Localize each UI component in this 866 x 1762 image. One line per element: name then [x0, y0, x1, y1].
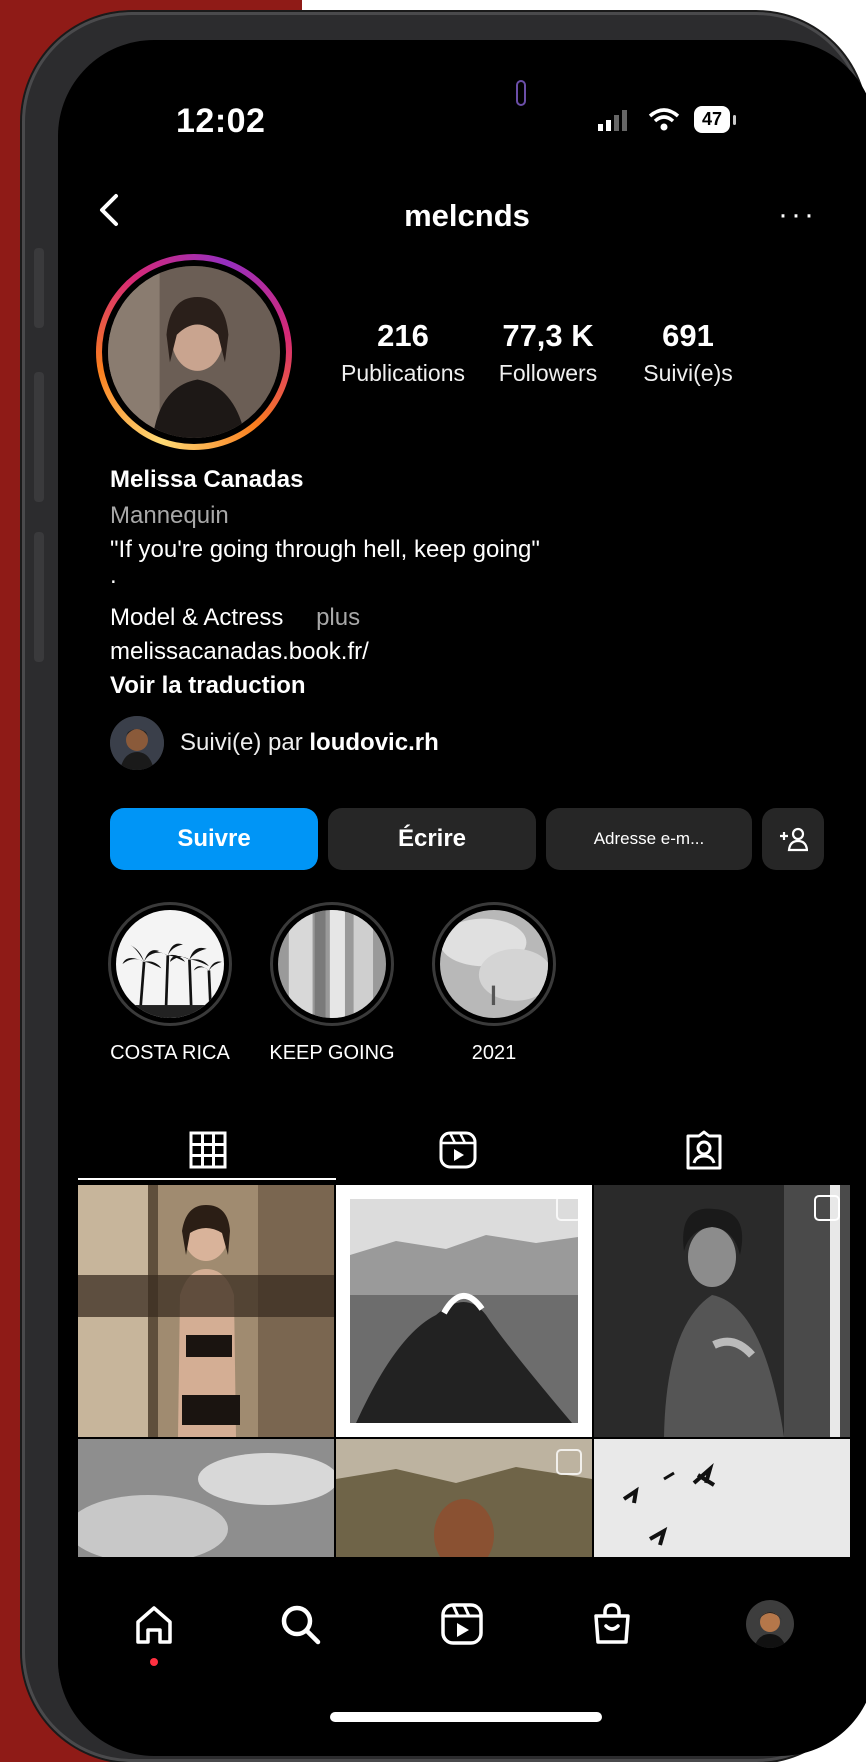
add-user-icon — [780, 827, 808, 852]
wifi-icon — [648, 107, 680, 130]
bio-website-link[interactable]: melissacanadas.book.fr/ — [110, 638, 369, 666]
stat-following-value: 691 — [662, 318, 714, 353]
highlight-label: 2021 — [471, 1042, 517, 1064]
post-thumbnail[interactable] — [594, 1185, 850, 1437]
reels-nav-icon[interactable] — [438, 1600, 486, 1648]
tagged-icon[interactable] — [684, 1130, 724, 1170]
followed-by[interactable]: Suivi(e) par loudovic.rh — [110, 716, 439, 770]
followed-by-prefix: Suivi(e) par — [180, 729, 303, 756]
message-button[interactable]: Écrire — [328, 808, 536, 870]
stat-publications-value: 216 — [377, 318, 429, 353]
reels-icon[interactable] — [438, 1130, 478, 1170]
carousel-icon — [556, 1449, 582, 1475]
stat-followers[interactable]: 77,3 K Followers — [478, 318, 618, 387]
grid-icon[interactable] — [188, 1130, 228, 1170]
post-thumbnail[interactable] — [336, 1439, 592, 1557]
status-time: 12:02 — [176, 102, 266, 140]
carousel-icon — [556, 1195, 582, 1221]
screen: 12:02 47 melcnds ··· 216 Publications 77… — [58, 40, 866, 1756]
stat-following-label: Suivi(e)s — [643, 360, 733, 386]
more-options-icon[interactable]: ··· — [778, 198, 817, 232]
profile-avatar[interactable] — [746, 1600, 794, 1648]
post-thumbnail[interactable] — [78, 1439, 334, 1557]
highlight-label: COSTA RICA — [110, 1042, 230, 1064]
bio-text: Model & Actress — [110, 604, 284, 631]
post-thumbnail[interactable] — [78, 1185, 334, 1437]
follow-button[interactable]: Suivre — [110, 808, 318, 870]
email-button[interactable]: Adresse e-m... — [546, 808, 752, 870]
followed-by-user[interactable]: loudovic.rh — [309, 729, 438, 756]
highlight-2021[interactable]: 2021 — [432, 902, 556, 1065]
stat-followers-value: 77,3 K — [502, 318, 594, 353]
follower-avatar — [110, 716, 164, 770]
profile-avatar-story-ring[interactable] — [96, 254, 292, 450]
phone-frame: 12:02 47 melcnds ··· 216 Publications 77… — [22, 12, 866, 1762]
bottom-navigation — [58, 1578, 866, 1678]
profile-avatar — [108, 266, 280, 438]
dynamic-island-indicator — [516, 80, 526, 106]
fog-thumbnail — [440, 910, 548, 1018]
stat-publications[interactable]: 216 Publications — [328, 318, 478, 387]
waterfall-thumbnail — [278, 910, 386, 1018]
post-thumbnail[interactable] — [594, 1439, 850, 1557]
profile-username: melcnds — [404, 198, 530, 233]
suggested-users-button[interactable] — [762, 808, 824, 870]
bio-dot: . — [110, 562, 117, 589]
home-icon[interactable] — [130, 1600, 178, 1648]
posts-grid — [78, 1185, 850, 1557]
home-indicator — [330, 1712, 602, 1722]
highlight-costa-rica[interactable]: COSTA RICA — [108, 902, 232, 1065]
stat-following[interactable]: 691 Suivi(e)s — [618, 318, 758, 387]
status-icons: 47 — [598, 106, 737, 133]
battery-indicator: 47 — [694, 106, 737, 133]
bio-line: Model & Actress plus — [110, 604, 360, 632]
phone-side-button — [34, 248, 44, 328]
stat-followers-label: Followers — [498, 360, 598, 386]
phone-volume-up — [34, 372, 44, 502]
search-icon[interactable] — [276, 1600, 324, 1648]
bio-quote: "If you're going through hell, keep goin… — [110, 536, 540, 563]
see-translation-link[interactable]: Voir la traduction — [110, 672, 306, 700]
highlight-label: KEEP GOING — [269, 1042, 395, 1064]
notification-dot — [150, 1658, 158, 1666]
signal-icon — [598, 109, 627, 131]
bio-more-link[interactable]: plus — [316, 604, 360, 631]
carousel-icon — [814, 1195, 840, 1221]
profile-category: Mannequin — [110, 502, 229, 529]
post-thumbnail[interactable] — [336, 1185, 592, 1437]
shop-icon[interactable] — [588, 1600, 636, 1648]
highlight-keep-going[interactable]: KEEP GOING — [269, 902, 395, 1065]
stat-publications-label: Publications — [340, 360, 466, 386]
phone-volume-down — [34, 532, 44, 662]
profile-full-name: Melissa Canadas — [110, 466, 304, 493]
palm-trees-thumbnail — [116, 910, 224, 1018]
active-tab-indicator — [78, 1178, 336, 1180]
